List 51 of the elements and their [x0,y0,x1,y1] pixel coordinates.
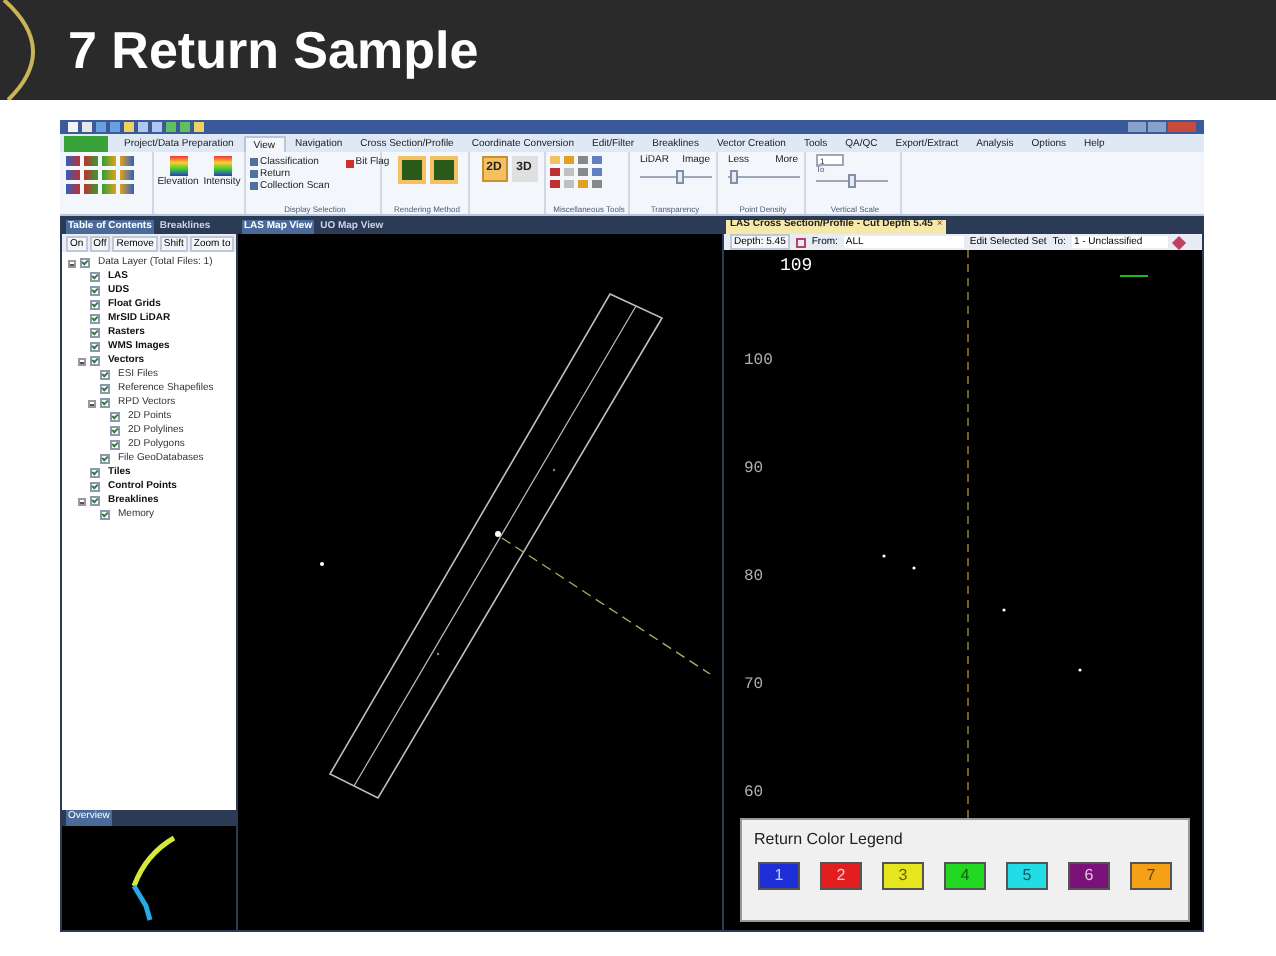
minimize-button[interactable] [1128,122,1146,132]
checkbox[interactable] [110,426,120,436]
checkbox[interactable] [90,300,100,310]
checkbox[interactable] [90,482,100,492]
checkbox[interactable] [100,398,110,408]
checkbox[interactable] [90,468,100,478]
legend-swatch: 3 [882,862,924,890]
axis-label: 80 [744,566,764,590]
slider-thumb[interactable] [729,169,738,183]
expander-icon[interactable] [78,357,86,365]
maximize-button[interactable] [1148,122,1166,132]
checkbox[interactable] [100,384,110,394]
color-scale-icon [169,156,187,176]
expander-icon[interactable] [68,259,76,267]
expander-icon[interactable] [78,497,86,505]
checkbox[interactable] [80,258,90,268]
legend-swatch: 2 [820,862,862,890]
checkbox[interactable] [90,286,100,296]
legend-title: Return Color Legend [754,832,905,848]
slider-thumb[interactable] [675,169,684,183]
close-button[interactable] [1168,122,1196,132]
color-scale-icon [213,156,231,176]
legend-swatch: 6 [1068,862,1110,890]
checkbox[interactable] [100,370,110,380]
slider-thumb[interactable] [848,174,856,188]
checkbox[interactable] [100,454,110,464]
legend-swatch: 5 [1006,862,1048,890]
checkbox[interactable] [90,342,100,352]
select-box-icon[interactable] [795,237,806,247]
legend-swatch: 4 [944,862,986,890]
checkbox[interactable] [90,272,100,282]
checkbox[interactable] [90,356,100,366]
slide-title: 7 Return Sample [68,24,479,76]
checkbox[interactable] [110,412,120,422]
rendering-mode-button[interactable] [429,156,457,184]
axis-label: 100 [744,350,773,374]
checkbox[interactable] [100,510,110,520]
checkbox[interactable] [90,496,100,506]
checkbox[interactable] [110,440,120,450]
legend-swatch: 1 [758,862,800,890]
curve-ornament-icon [0,0,36,100]
file-button[interactable] [64,136,108,152]
checkbox[interactable] [90,328,100,338]
expander-icon[interactable] [88,399,96,407]
rendering-mode-button[interactable] [397,156,425,184]
axis-label: 109 [780,254,813,280]
axis-label: 90 [744,458,764,482]
legend-swatch: 7 [1130,862,1172,890]
checkbox[interactable] [90,314,100,324]
axis-label: 70 [744,674,764,698]
axis-label: 60 [744,782,764,806]
